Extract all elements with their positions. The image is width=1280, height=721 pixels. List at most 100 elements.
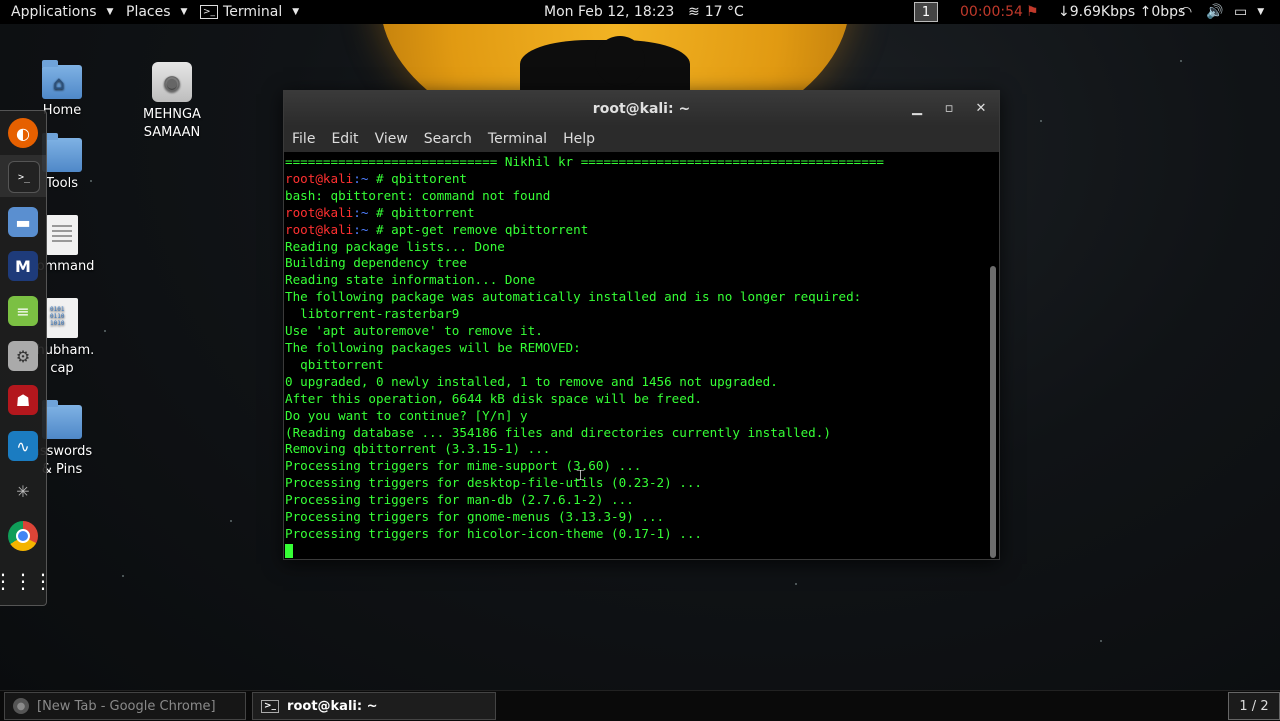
volume-icon[interactable]: 🔊	[1206, 0, 1223, 24]
menu-help[interactable]: Help	[555, 131, 603, 147]
terminal-line: After this operation, 6644 kB disk space…	[285, 390, 703, 406]
workspace-number: 1	[914, 2, 938, 22]
prompt-user: root@kali	[285, 170, 354, 186]
terminal-line: Removing qbittorrent (3.3.15-1) ...	[285, 441, 551, 457]
home-folder-icon: ⌂	[42, 60, 82, 99]
prompt-path: :~	[353, 204, 369, 220]
menu-search[interactable]: Search	[416, 131, 480, 147]
prompt-user: root@kali	[285, 221, 354, 237]
text-file-icon	[46, 215, 78, 255]
weather-label: 17 °C	[704, 4, 744, 20]
weather[interactable]: ≋ 17 °C	[688, 0, 744, 24]
maximize-icon[interactable]: ▫	[941, 101, 957, 116]
bottom-taskbar: ● [New Tab - Google Chrome] >_ root@kali…	[0, 690, 1280, 721]
taskbar-item-chrome[interactable]: ● [New Tab - Google Chrome]	[4, 692, 246, 720]
prompt-path: :~	[353, 221, 369, 237]
chevron-down-icon: ▼	[1257, 7, 1265, 17]
network-speed[interactable]: ↓9.69Kbps ↑0bps	[1058, 0, 1185, 24]
terminal-line: The following package was automatically …	[285, 289, 862, 305]
workspace-indicator[interactable]: 1	[914, 0, 938, 24]
terminal-line: Processing triggers for gnome-menus (3.1…	[285, 509, 665, 525]
chevron-down-icon: ▼	[106, 7, 114, 17]
terminal-window[interactable]: root@kali: ~ ▁ ▫ ✕ File Edit View Search…	[283, 90, 1000, 560]
terminal-titlebar[interactable]: root@kali: ~ ▁ ▫ ✕	[284, 91, 999, 126]
terminal-icon[interactable]: >_	[8, 161, 40, 193]
text-editor-icon[interactable]: ≡	[8, 296, 38, 326]
terminal-icon: >_	[200, 5, 219, 19]
terminal-line: The following packages will be REMOVED:	[285, 339, 581, 355]
terminal-line: Use 'apt autoremove' to remove it.	[285, 323, 543, 339]
menu-terminal[interactable]: Terminal	[480, 131, 555, 147]
workspace-pager-label: 1 / 2	[1239, 698, 1269, 714]
terminal-scrollbar[interactable]	[990, 266, 996, 558]
desktop-icon-mehnga-samaan[interactable]: ◉ MEHNGA SAMAAN	[132, 62, 212, 142]
places-label: Places	[126, 4, 171, 20]
recording-timer[interactable]: 00:00:54	[960, 0, 1023, 24]
wallpaper-silhouette-head	[595, 36, 645, 86]
wireshark-icon[interactable]: ∿	[8, 431, 38, 461]
clock-label: Mon Feb 12, 18:23	[544, 4, 675, 20]
chevron-down-icon: ▼	[292, 7, 300, 17]
folder-icon	[42, 400, 82, 439]
terminal-line: root@kali:~ # qbittorent	[285, 171, 985, 188]
terminal-line: Reading package lists... Done	[285, 238, 505, 254]
terminal-line: Processing triggers for hicolor-icon-the…	[285, 525, 703, 541]
wifi-icon[interactable]: ◠	[1180, 0, 1192, 24]
desktop-icon-label: MEHNGA SAMAAN	[143, 107, 201, 140]
terminal-line: ============================ Nikhil kr =…	[285, 154, 884, 169]
spider-icon[interactable]: ✳	[8, 476, 38, 506]
terminal-line: qbittorrent	[285, 356, 384, 372]
chevron-down-icon: ▼	[180, 7, 188, 17]
prompt-command: # qbittorent	[368, 170, 467, 186]
firefox-icon[interactable]: ◐	[8, 118, 38, 148]
applications-label: Applications	[11, 4, 97, 20]
clock[interactable]: Mon Feb 12, 18:23	[544, 0, 674, 24]
terminal-cursor-line	[285, 543, 985, 558]
terminal-line: Reading state information... Done	[285, 272, 536, 288]
armitage-icon[interactable]: ☗	[8, 385, 38, 415]
prompt-command: # apt-get remove qbittorrent	[368, 221, 589, 237]
taskbar-item-label: root@kali: ~	[287, 698, 378, 714]
terminal-line: (Reading database ... 354186 files and d…	[285, 424, 831, 440]
close-icon[interactable]: ✕	[973, 101, 989, 116]
minimize-icon[interactable]: ▁	[909, 101, 925, 116]
terminal-line: Building dependency tree	[285, 255, 467, 271]
chrome-icon: ●	[13, 698, 29, 714]
files-icon[interactable]: ▬	[8, 207, 38, 237]
binary-file-icon: 0101 0110 1010	[46, 298, 78, 338]
settings-icon[interactable]: ⚙	[8, 341, 38, 371]
chrome-icon[interactable]	[8, 521, 38, 551]
menu-file[interactable]: File	[284, 131, 323, 147]
prompt-user: root@kali	[285, 204, 354, 220]
terminal-icon: >_	[261, 699, 280, 713]
terminal-menubar: File Edit View Search Terminal Help	[284, 126, 999, 152]
places-menu[interactable]: Places ▼	[126, 0, 187, 24]
terminal-menu-label: Terminal	[223, 4, 283, 20]
terminal-line: Do you want to continue? [Y/n] y	[285, 407, 528, 423]
terminal-line: bash: qbittorent: command not found	[285, 187, 551, 203]
terminal-app-menu[interactable]: >_ Terminal ▼	[200, 0, 299, 24]
text-cursor	[285, 543, 293, 558]
prompt-command: # qbittorrent	[368, 204, 475, 220]
terminal-line: Processing triggers for man-db (2.7.6.1-…	[285, 492, 634, 508]
top-panel: Applications ▼ Places ▼ >_ Terminal ▼ Mon F…	[0, 0, 1280, 24]
terminal-line: root@kali:~ # apt-get remove qbittorrent	[285, 222, 985, 239]
menu-view[interactable]: View	[367, 131, 416, 147]
weather-icon: ≋	[688, 4, 700, 20]
applications-menu[interactable]: Applications ▼	[11, 0, 113, 24]
mouse-cursor-icon: ⌶	[576, 466, 586, 484]
taskbar-item-terminal[interactable]: >_ root@kali: ~	[252, 692, 496, 720]
recording-icon[interactable]: ⚑	[1026, 0, 1039, 24]
battery-icon[interactable]: ▭ ▼	[1234, 0, 1264, 24]
terminal-line: Processing triggers for mime-support (3.…	[285, 458, 642, 474]
taskbar-item-label: [New Tab - Google Chrome]	[37, 698, 216, 714]
terminal-output[interactable]: ============================ Nikhil kr =…	[284, 154, 985, 558]
metasploit-icon[interactable]: M	[8, 251, 38, 281]
menu-edit[interactable]: Edit	[323, 131, 366, 147]
folder-icon	[42, 133, 82, 172]
show-apps-icon[interactable]: ⋮⋮⋮	[0, 566, 53, 596]
dock: ◐ >_ ▬ M ≡ ⚙ ☗ ∿ ✳ ⋮⋮⋮	[0, 110, 53, 606]
workspace-pager[interactable]: 1 / 2	[1228, 692, 1280, 720]
terminal-line: root@kali:~ # qbittorrent	[285, 205, 985, 222]
drive-icon: ◉	[152, 62, 192, 102]
